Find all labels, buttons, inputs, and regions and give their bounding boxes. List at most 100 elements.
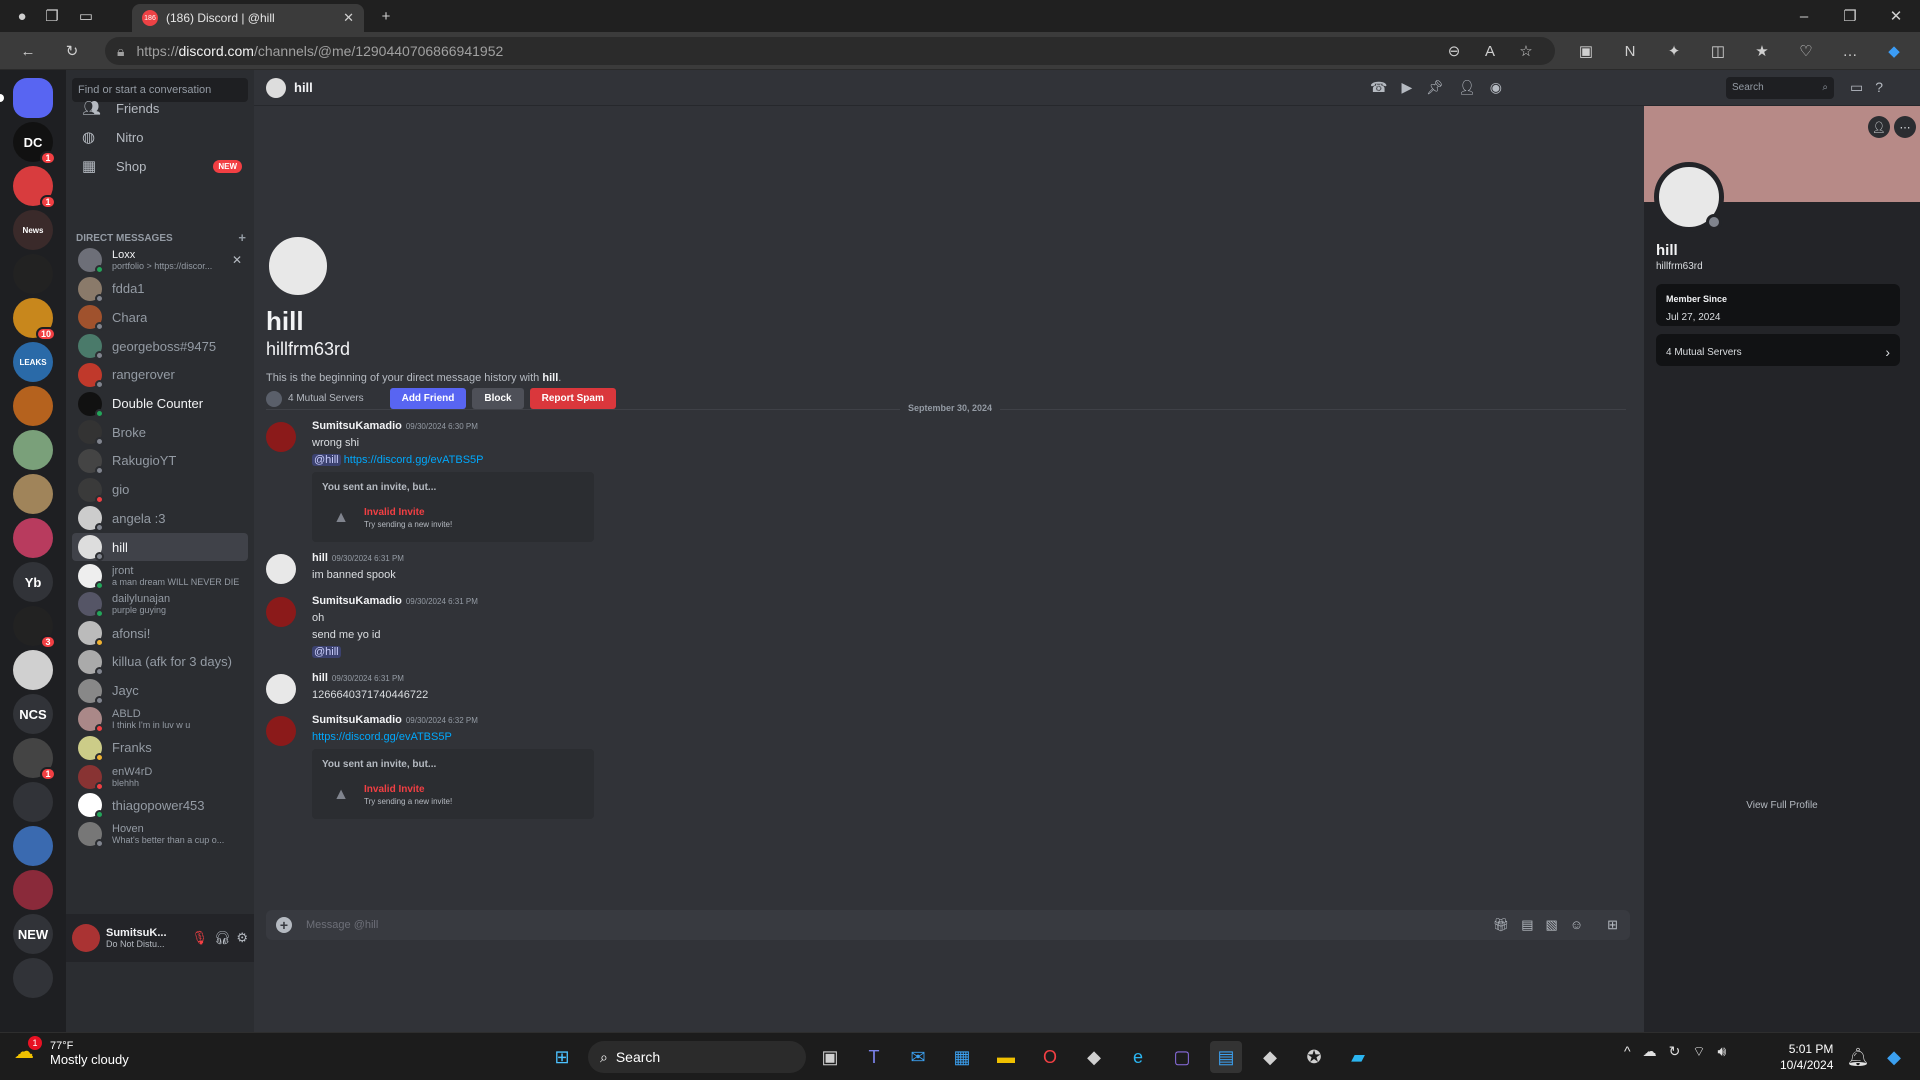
voice-call-icon[interactable]: ☎ <box>1370 79 1387 96</box>
wifi-icon[interactable]: ⌔ <box>1692 1043 1705 1061</box>
server-icon[interactable] <box>13 870 53 910</box>
user-mention[interactable]: @hill <box>312 454 341 466</box>
message-author[interactable]: SumitsuKamadio <box>312 420 402 432</box>
pinned-messages-icon[interactable]: 📌︎ <box>1426 79 1444 96</box>
opera-icon[interactable]: O <box>1034 1041 1066 1073</box>
server-icon[interactable]: DC 1 <box>13 122 56 165</box>
dm-item[interactable]: ABLD I think I'm in luv w u <box>72 705 248 734</box>
favorite-star-icon[interactable]: ☆ <box>1512 37 1540 65</box>
server-icon[interactable]: News <box>13 210 53 250</box>
server-icon[interactable]: 10 <box>13 298 56 341</box>
close-dm-icon[interactable]: ✕ <box>232 253 242 267</box>
message-avatar[interactable] <box>266 422 296 452</box>
server-icon[interactable] <box>13 518 53 558</box>
app-star-icon[interactable]: ✪ <box>1298 1041 1330 1073</box>
clock[interactable]: 5:01 PM 10/4/2024 <box>1780 1041 1833 1073</box>
copilot-taskbar-icon[interactable]: ◆ <box>1878 1041 1910 1073</box>
taskbar-search[interactable]: ⌕ Search <box>588 1041 806 1073</box>
message-avatar[interactable] <box>266 554 296 584</box>
favorites-icon[interactable]: ★ <box>1748 37 1776 65</box>
close-tab-icon[interactable]: ✕ <box>343 10 354 26</box>
dm-item[interactable]: rangerover <box>72 361 248 389</box>
dm-item[interactable]: dailylunajan purple guying <box>72 590 248 619</box>
restore-icon[interactable]: ❐ <box>1836 2 1864 30</box>
store-icon[interactable]: ▦ <box>946 1041 978 1073</box>
message-author[interactable]: SumitsuKamadio <box>312 714 402 726</box>
dm-item[interactable]: georgeboss#9475 <box>72 332 248 361</box>
message-avatar[interactable] <box>266 674 296 704</box>
dm-item[interactable]: Hoven What's better than a cup o... <box>72 820 248 848</box>
search-input[interactable]: Search ⌕ <box>1726 77 1834 99</box>
create-dm-icon[interactable]: + <box>238 231 246 244</box>
message-author[interactable]: hill <box>312 552 328 564</box>
mail-icon[interactable]: ✉ <box>902 1041 934 1073</box>
view-full-profile-link[interactable]: View Full Profile <box>1644 800 1920 811</box>
address-bar[interactable]: 🔒︎ https://discord.com/channels/@me/1290… <box>105 37 1555 65</box>
message-author[interactable]: SumitsuKamadio <box>312 595 402 607</box>
extension-icon[interactable]: ▣ <box>1572 37 1600 65</box>
header-name[interactable]: hill <box>294 80 313 95</box>
app-blue-icon[interactable]: ▰ <box>1342 1041 1374 1073</box>
gift-icon[interactable]: 🎁︎ <box>1493 917 1510 933</box>
user-mention[interactable]: @hill <box>312 646 341 658</box>
invite-link[interactable]: https://discord.gg/evATBS5P <box>344 454 484 466</box>
server-icon[interactable] <box>13 650 53 690</box>
add-friends-to-dm-icon[interactable]: 👤︎ <box>1458 79 1476 96</box>
dm-item[interactable]: Double Counter <box>72 390 248 418</box>
extension-n-icon[interactable]: N <box>1616 37 1644 65</box>
zoom-icon[interactable]: ⊖ <box>1440 37 1468 65</box>
deafen-icon[interactable]: 🎧︎ <box>214 930 231 946</box>
server-icon[interactable] <box>13 430 53 470</box>
server-icon[interactable]: 3 <box>13 606 56 649</box>
server-icon[interactable] <box>13 254 53 294</box>
app-fox-icon[interactable]: ▢ <box>1166 1041 1198 1073</box>
app-active-icon[interactable]: ▤ <box>1210 1041 1242 1073</box>
mutual-servers-link[interactable]: 4 Mutual Servers <box>266 390 364 407</box>
tray-chevron-icon[interactable]: ^ <box>1624 1043 1631 1061</box>
server-icon[interactable] <box>13 474 53 514</box>
mute-icon[interactable]: 🎙︎ <box>191 930 208 946</box>
dm-item[interactable]: RakugioYT <box>72 447 248 475</box>
copilot-icon[interactable]: ◆ <box>1880 37 1908 65</box>
settings-gear-icon[interactable]: ⚙ <box>236 930 248 946</box>
weather-widget[interactable]: ☁ 1 77°F Mostly cloudy <box>14 1036 129 1067</box>
browser-essentials-icon[interactable]: ♡ <box>1792 37 1820 65</box>
more-options-icon[interactable]: ⋯ <box>1894 116 1916 138</box>
tab-discord[interactable]: 186 (186) Discord | @hill ✕ <box>132 4 364 32</box>
apps-icon[interactable]: ⊞ <box>1607 917 1618 933</box>
dm-item[interactable]: fdda1 <box>72 275 248 303</box>
roblox-icon[interactable]: ◆ <box>1078 1041 1110 1073</box>
message-composer[interactable]: + Message @hill 🎁︎ ▤ ▧ ☺ ⊞ <box>266 910 1630 940</box>
workspaces-icon[interactable]: ❐ <box>38 2 66 30</box>
edge-icon[interactable]: e <box>1122 1041 1154 1073</box>
dm-item[interactable]: angela :3 <box>72 504 248 533</box>
discord-home-icon[interactable] <box>0 78 53 118</box>
message-avatar[interactable] <box>266 597 296 627</box>
dm-item[interactable]: Chara <box>72 303 248 332</box>
server-icon[interactable]: 1 <box>13 166 56 209</box>
report-spam-button[interactable]: Report Spam <box>529 388 616 409</box>
split-screen-icon[interactable]: ◫ <box>1704 37 1732 65</box>
add-friend-button[interactable]: Add Friend <box>389 388 467 409</box>
close-window-icon[interactable]: ✕ <box>1882 2 1910 30</box>
user-profile-icon[interactable]: ◉ <box>1490 79 1502 96</box>
teams-icon[interactable]: T <box>858 1041 890 1073</box>
server-icon[interactable] <box>13 826 53 866</box>
new-tab-icon[interactable]: + <box>372 2 400 30</box>
notification-bell-icon[interactable]: 🔔︎ <box>1842 1041 1874 1073</box>
back-icon[interactable]: ← <box>14 37 42 65</box>
onedrive-icon[interactable]: ☁ <box>1643 1043 1657 1061</box>
server-icon[interactable]: 1 <box>13 738 56 781</box>
dm-item[interactable]: killua (afk for 3 days) <box>72 648 248 676</box>
dm-item[interactable]: Franks <box>72 734 248 762</box>
dm-item[interactable]: thiagopower453 <box>72 791 248 820</box>
dm-item[interactable]: gio <box>72 476 248 504</box>
inbox-icon[interactable]: ▭ <box>1850 79 1863 96</box>
server-icon[interactable] <box>13 958 53 998</box>
mutual-servers-card[interactable]: 4 Mutual Servers › <box>1656 334 1900 366</box>
server-icon[interactable] <box>13 386 53 426</box>
dm-item[interactable]: afonsi! <box>72 619 248 648</box>
sync-icon[interactable]: ↻ <box>1669 1043 1681 1061</box>
dm-item[interactable]: jront a man dream WILL NEVER DIE <box>72 562 248 590</box>
dm-item[interactable]: Jayc <box>72 677 248 705</box>
